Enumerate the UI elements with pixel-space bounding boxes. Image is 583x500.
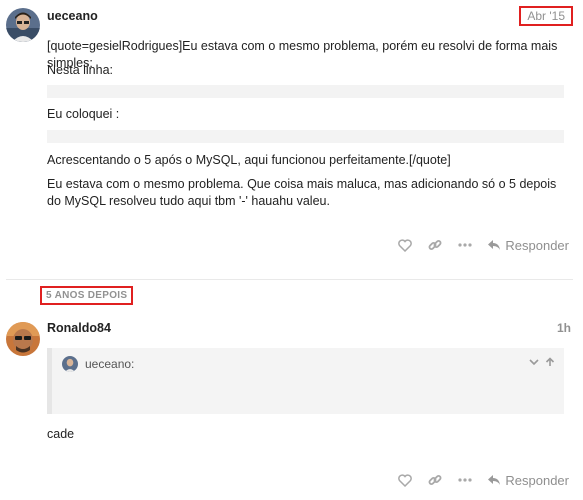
post-text: Nesta linha: <box>47 63 114 77</box>
link-icon[interactable] <box>427 472 443 488</box>
avatar[interactable] <box>6 322 40 356</box>
quote-avatar <box>62 356 78 372</box>
reply-button[interactable]: Responder <box>487 473 569 488</box>
time-gap-label: 5 ANOS DEPOIS <box>40 286 134 305</box>
link-icon[interactable] <box>427 237 443 253</box>
post-date[interactable]: 1h <box>557 321 571 335</box>
heart-icon[interactable] <box>397 237 413 253</box>
quote-author: ueceano: <box>85 357 135 371</box>
post-text: Eu coloquei : <box>47 107 120 121</box>
reply-icon <box>488 475 501 485</box>
post-ronaldo84: Ronaldo84 1h ueceano: cade Responder <box>0 310 583 500</box>
post-text: Eu estava com o mesmo problema. Que cois… <box>47 177 557 208</box>
post-actions: Responder <box>383 235 569 255</box>
reply-label: Responder <box>505 237 569 253</box>
post-text: Acrescentando o 5 após o MySQL, aqui fun… <box>47 153 451 167</box>
more-icon[interactable] <box>457 472 473 488</box>
reply-icon <box>488 240 501 250</box>
arrow-up-icon[interactable] <box>545 356 555 370</box>
quote-block: ueceano: <box>47 348 564 414</box>
post-date[interactable]: Abr '15 <box>519 6 573 26</box>
heart-icon[interactable] <box>397 472 413 488</box>
post-text: cade <box>47 427 75 441</box>
post-actions: Responder <box>383 470 569 490</box>
post-divider <box>6 279 573 280</box>
avatar[interactable] <box>6 8 40 42</box>
more-icon[interactable] <box>457 237 473 253</box>
chevron-down-icon[interactable] <box>529 356 539 370</box>
reply-button[interactable]: Responder <box>487 238 569 253</box>
reply-label: Responder <box>505 472 569 488</box>
post-ueceano: ueceano Abr '15 [quote=gesielRodrigues]E… <box>0 0 583 270</box>
quote-controls <box>529 356 555 370</box>
post-author[interactable]: ueceano <box>47 9 98 23</box>
code-block <box>47 130 564 143</box>
post-author[interactable]: Ronaldo84 <box>47 321 111 335</box>
code-block <box>47 85 564 98</box>
